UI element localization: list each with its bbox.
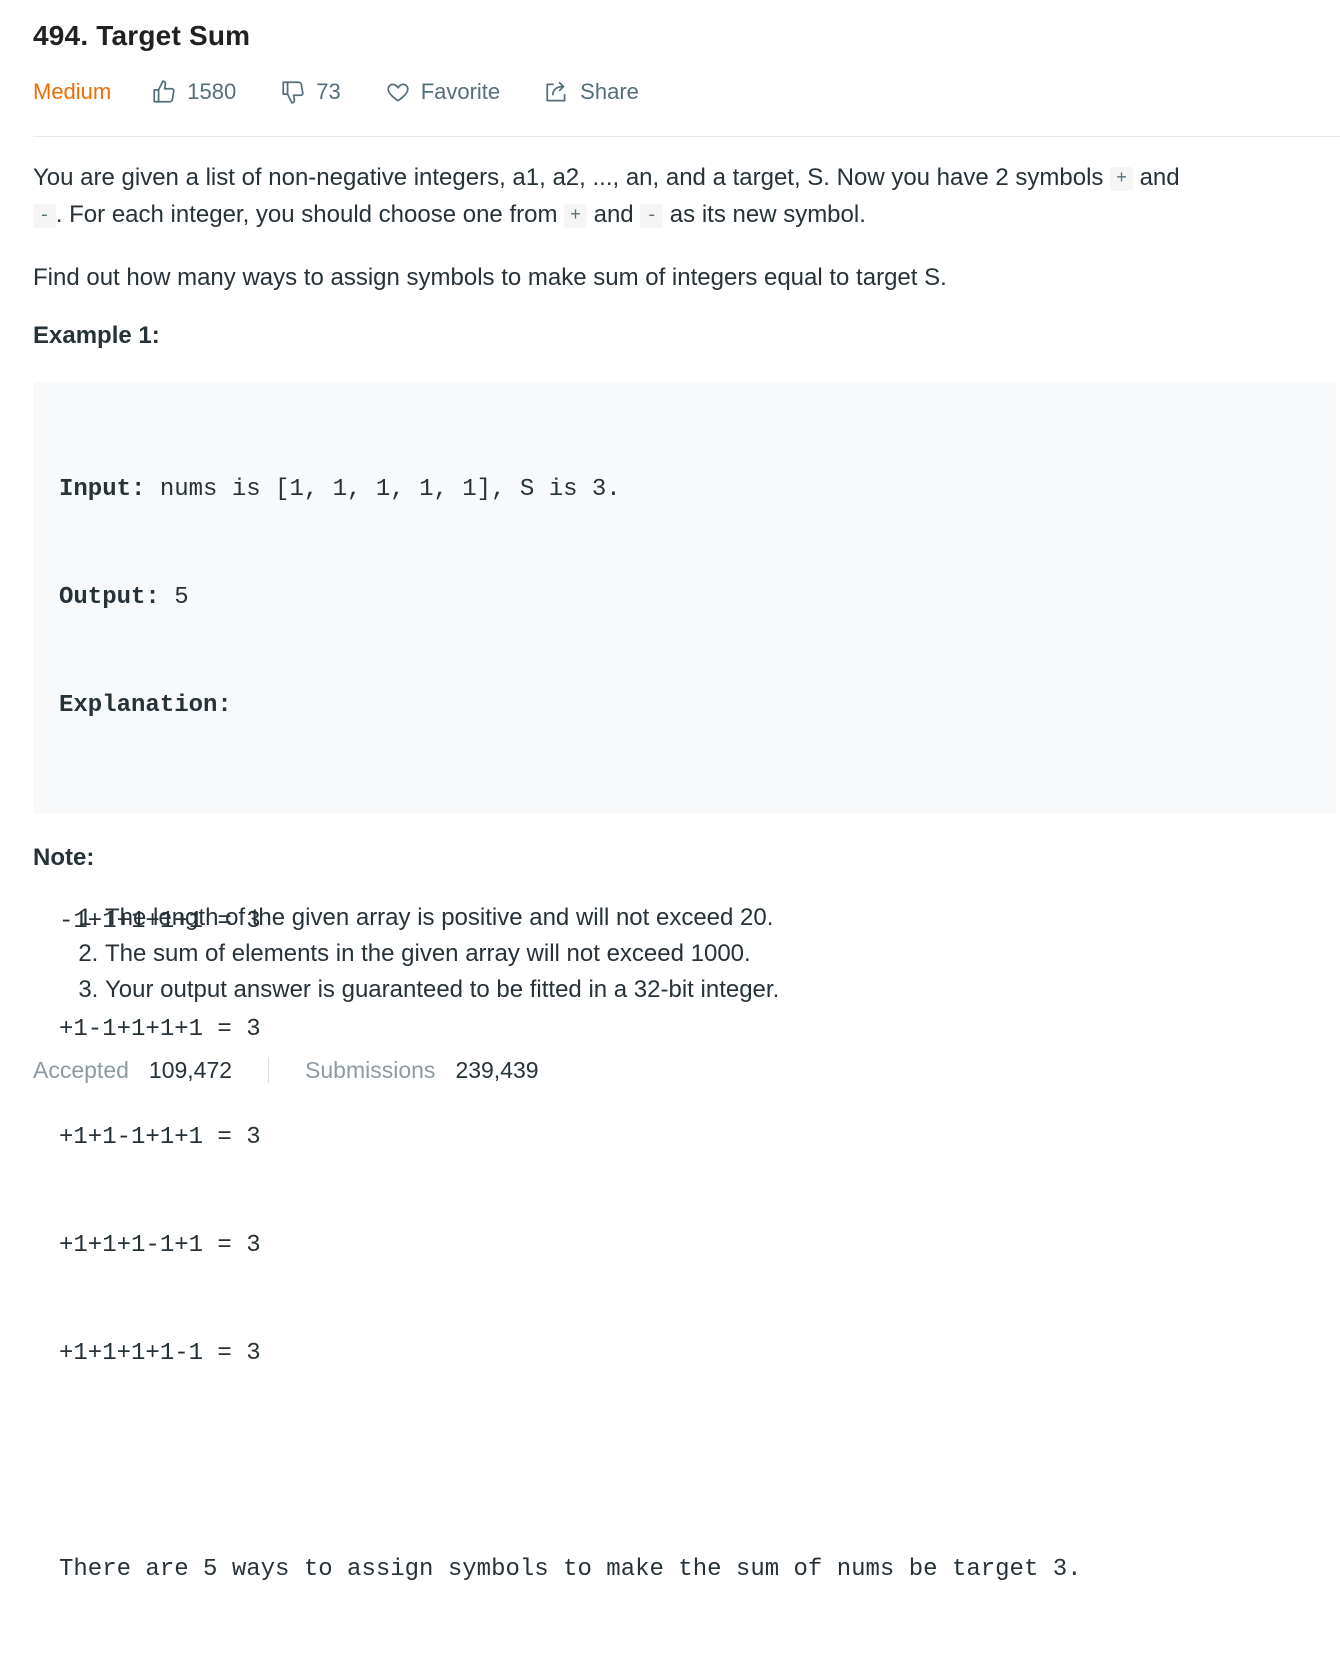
thumbs-up-icon xyxy=(153,80,175,103)
submissions-value: 239,439 xyxy=(455,1056,539,1083)
example-input-line: Input: nums is [1, 1, 1, 1, 1], S is 3. xyxy=(59,476,621,503)
example-code-block: Input: nums is [1, 1, 1, 1, 1], S is 3. … xyxy=(33,382,1336,1583)
heart-icon xyxy=(387,83,409,102)
favorite-button[interactable]: Favorite xyxy=(385,79,500,105)
accepted-value: 109,472 xyxy=(148,1056,233,1083)
note-item: The length of the given array is positiv… xyxy=(105,900,779,936)
share-button[interactable]: Share xyxy=(544,79,639,105)
explanation-line: +1+1+1+1-1 = 3 xyxy=(59,1340,261,1367)
note-item: The sum of elements in the given array w… xyxy=(105,936,779,972)
dislike-button[interactable]: 73 xyxy=(280,79,341,105)
note-title: Note: xyxy=(33,844,95,871)
submission-stats: Accepted 109,472 Submissions 239,439 xyxy=(33,1052,539,1088)
example-title: Example 1: xyxy=(33,322,160,349)
minus-symbol: - xyxy=(33,204,56,228)
favorite-label: Favorite xyxy=(420,79,501,104)
explanation-summary: There are 5 ways to assign symbols to ma… xyxy=(59,1556,1082,1583)
note-list: The length of the given array is positiv… xyxy=(33,900,779,1008)
note-item: Your output answer is guaranteed to be f… xyxy=(105,972,779,1008)
dislike-count: 73 xyxy=(316,79,341,104)
thumbs-down-icon xyxy=(282,81,304,104)
plus-symbol: + xyxy=(564,204,587,228)
plus-symbol: + xyxy=(1110,167,1133,191)
submissions-label: Submissions xyxy=(305,1056,436,1083)
difficulty-badge: Medium xyxy=(33,79,112,104)
share-icon xyxy=(546,81,566,102)
example-explanation-label: Explanation: xyxy=(59,692,232,719)
description-paragraph-2: Find out how many ways to assign symbols… xyxy=(33,264,947,291)
header-divider xyxy=(33,136,1340,137)
problem-page: 494. Target Sum Medium 1580 73 Favorite xyxy=(0,0,1340,1583)
description-paragraph-1: You are given a list of non-negative int… xyxy=(33,164,1180,228)
problem-meta-row: Medium 1580 73 Favorite Share xyxy=(33,72,683,112)
minus-symbol: - xyxy=(640,204,664,228)
like-button[interactable]: 1580 xyxy=(151,79,236,105)
share-label: Share xyxy=(580,79,639,104)
accepted-label: Accepted xyxy=(33,1056,129,1083)
problem-description: You are given a list of non-negative int… xyxy=(33,160,1323,322)
stats-divider xyxy=(268,1057,270,1083)
explanation-line: +1+1+1-1+1 = 3 xyxy=(59,1232,261,1259)
explanation-line: +1+1-1+1+1 = 3 xyxy=(59,1124,261,1151)
like-count: 1580 xyxy=(187,79,237,104)
explanation-line: +1-1+1+1+1 = 3 xyxy=(59,1016,261,1043)
problem-title: 494. Target Sum xyxy=(33,20,251,51)
example-output-line: Output: 5 xyxy=(59,584,189,611)
